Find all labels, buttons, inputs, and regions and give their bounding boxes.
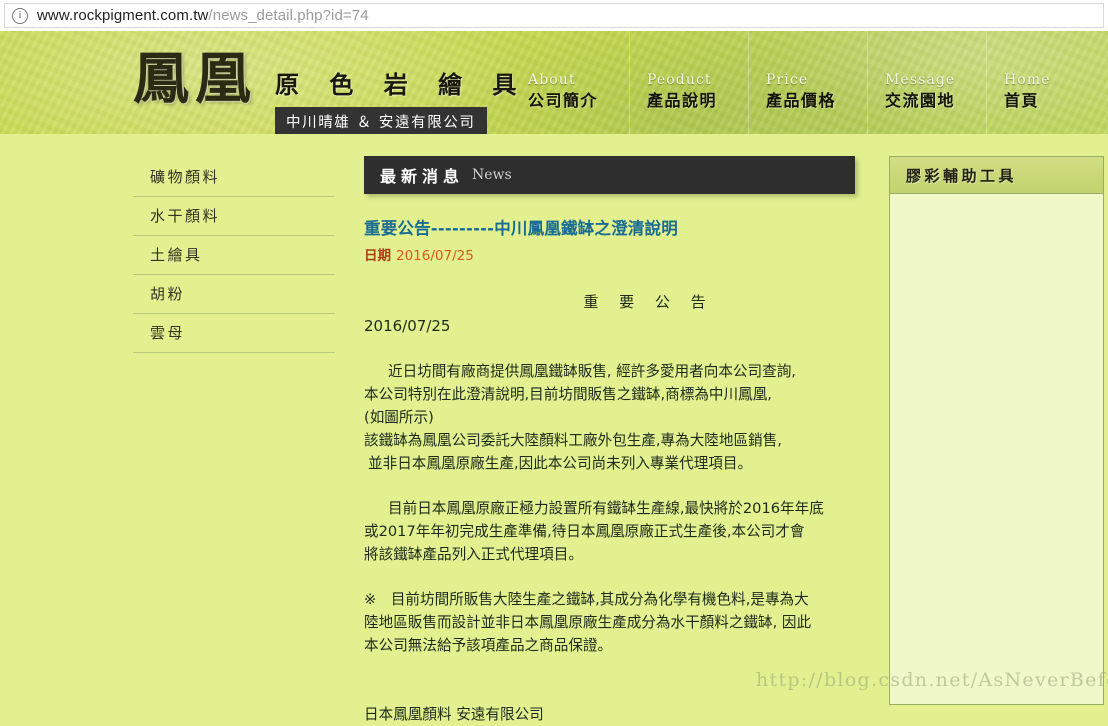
address-bar[interactable]: i www.rockpigment.com.tw/news_detail.php…	[4, 3, 1104, 28]
article-paragraph-1: 近日坊間有廠商提供鳳凰鐵缽販售, 經許多愛用者向本公司查詢, 本公司特別在此澄清…	[364, 360, 855, 475]
article-date-value: 2016/07/25	[396, 247, 474, 264]
paragraph-2-line-1: 目前日本鳳凰原廠正極力設置所有鐵缽生產線,最快將於2016年年底	[388, 499, 824, 517]
article-signature: 日本鳳凰顏料 安遠有限公司	[364, 705, 544, 723]
paragraph-3-line-1: ※ 目前坊間所販售大陸生產之鐵缽,其成分為化學有機色料,是專為大	[364, 590, 809, 608]
nav-item-message-en: Message	[885, 72, 956, 88]
nav-item-home-en: Home	[1004, 72, 1051, 88]
nav-item-price-zh: 產品價格	[766, 91, 837, 111]
right-panel-header: 膠彩輔助工具	[890, 157, 1103, 194]
article-paragraph-3: ※ 目前坊間所販售大陸生產之鐵缽,其成分為化學有機色料,是專為大 陸地區販售而設…	[364, 588, 855, 657]
logo-wordmark: 原 色 岩 繪 具 中川晴雄 ＆ 安遠有限公司	[275, 65, 527, 134]
sidebar-item-earth-pigment[interactable]: 土繪具	[133, 236, 335, 275]
nav-item-product-zh: 產品說明	[647, 91, 718, 111]
right-panel-title: 膠彩輔助工具	[906, 166, 1018, 185]
nav-item-message[interactable]: Message 交流園地	[868, 31, 987, 134]
article-paragraph-2: 目前日本鳳凰原廠正極力設置所有鐵缽生產線,最快將於2016年年底 或2017年年…	[364, 497, 855, 566]
nav-item-price[interactable]: Price 產品價格	[749, 31, 868, 134]
paragraph-1-line-1: 近日坊間有廠商提供鳳凰鐵缽販售, 經許多愛用者向本公司查詢,	[388, 362, 796, 380]
url-text: www.rockpigment.com.tw/news_detail.php?i…	[37, 7, 369, 24]
nav-item-home-zh: 首頁	[1004, 91, 1040, 111]
site-logo[interactable]: 鳳凰 原 色 岩 繪 具 中川晴雄 ＆ 安遠有限公司	[133, 39, 527, 134]
article-body: 重 要 公 告 2016/07/25 近日坊間有廠商提供鳳凰鐵缽販售, 經許多愛…	[364, 291, 855, 726]
logo-subtitle: 中川晴雄 ＆ 安遠有限公司	[275, 107, 487, 134]
paragraph-1-line-2: 本公司特別在此澄清說明,目前坊間販售之鐵缽,商標為中川鳳凰,	[364, 385, 772, 403]
nav-item-about[interactable]: About 公司簡介	[511, 31, 630, 134]
url-path: /news_detail.php?id=74	[208, 7, 369, 24]
main-navigation: About 公司簡介 Peoduct 產品說明 Price 產品價格 Messa…	[511, 31, 1106, 134]
url-domain: www.rockpigment.com.tw	[37, 7, 209, 24]
browser-toolbar: i www.rockpigment.com.tw/news_detail.php…	[0, 0, 1108, 31]
info-circle-icon[interactable]: i	[12, 7, 28, 24]
news-section-header: 最新消息 News	[364, 156, 855, 194]
nav-item-product-en: Peoduct	[647, 72, 712, 88]
paragraph-3-line-2: 陸地區販售而設計並非日本鳳凰原廠生產成分為水干顏料之鐵缽, 因此	[364, 613, 812, 631]
site-banner: 鳳凰 原 色 岩 繪 具 中川晴雄 ＆ 安遠有限公司 About 公司簡介 Pe…	[0, 31, 1108, 134]
right-sidebar-panel: 膠彩輔助工具	[889, 156, 1104, 705]
paragraph-3-line-3: 本公司無法給予該項產品之商品保證。	[364, 636, 613, 654]
paragraph-2-line-2: 或2017年年初完成生產準備,待日本鳳凰原廠正式生產後,本公司才會	[364, 522, 805, 540]
nav-item-product[interactable]: Peoduct 產品說明	[630, 31, 749, 134]
news-section-title-zh: 最新消息	[380, 167, 465, 186]
main-content: 最新消息 News 重要公告---------中川鳳凰鐵缽之澄清說明 日期 201…	[364, 156, 855, 726]
paragraph-1-line-3: (如圖所示)	[364, 408, 434, 426]
document-date: 2016/07/25	[364, 316, 451, 335]
document-heading: 重 要 公 告	[583, 292, 714, 311]
logo-seal-characters: 鳳凰	[133, 46, 257, 112]
article-title-link[interactable]: 重要公告---------中川鳳凰鐵缽之澄清說明	[364, 219, 855, 239]
page-content: 礦物顏料 水干顏料 土繪具 胡粉 雲母 最新消息 News 重要公告------…	[0, 134, 1108, 723]
paragraph-1-line-5: 並非日本鳳凰原廠生產,因此本公司尚未列入專業代理項目。	[368, 454, 753, 472]
nav-item-about-en: About	[528, 72, 576, 88]
sidebar-item-mica[interactable]: 雲母	[133, 314, 335, 353]
nav-item-price-en: Price	[766, 72, 809, 88]
logo-title: 原 色 岩 繪 具	[275, 70, 528, 99]
sidebar-item-mineral-pigment[interactable]: 礦物顏料	[133, 158, 335, 197]
article-date: 日期 2016/07/25	[364, 244, 855, 264]
article-date-label: 日期	[364, 247, 391, 264]
paragraph-2-line-3: 將該鐵缽產品列入正式代理項目。	[364, 545, 583, 563]
banner-content: 鳳凰 原 色 岩 繪 具 中川晴雄 ＆ 安遠有限公司 About 公司簡介 Pe…	[0, 31, 1108, 134]
paragraph-1-line-4: 該鐵缽為鳳凰公司委託大陸顏料工廠外包生產,專為大陸地區銷售,	[364, 431, 782, 449]
sidebar-item-suihi-pigment[interactable]: 水干顏料	[133, 197, 335, 236]
news-section-title-en: News	[472, 167, 512, 183]
sidebar-category-list: 礦物顏料 水干顏料 土繪具 胡粉 雲母	[133, 158, 335, 353]
sidebar-item-gofun[interactable]: 胡粉	[133, 275, 335, 314]
nav-item-home[interactable]: Home 首頁	[987, 62, 1106, 134]
nav-item-message-zh: 交流園地	[885, 91, 956, 111]
nav-item-about-zh: 公司簡介	[528, 91, 599, 111]
